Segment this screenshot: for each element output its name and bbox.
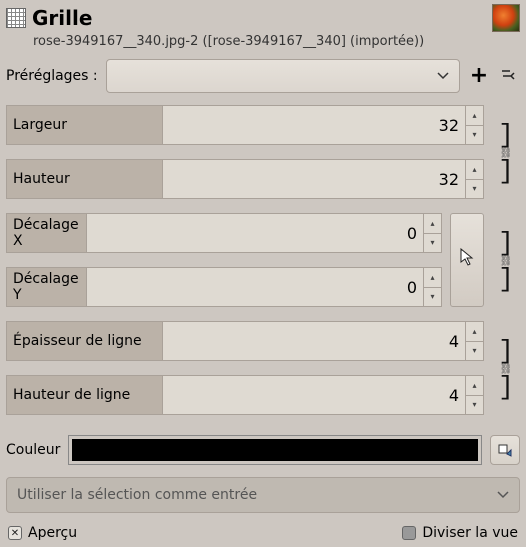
preview-label: Aperçu bbox=[28, 525, 77, 541]
bracket-icon: ] bbox=[498, 128, 514, 144]
add-preset-button[interactable]: + bbox=[468, 65, 490, 87]
offset-x-label: Décalage X bbox=[7, 214, 87, 252]
bracket-icon: ] bbox=[498, 380, 514, 396]
line-link-toggle[interactable]: ] ⛓ ] bbox=[498, 323, 514, 417]
width-spinner[interactable]: ▴▾ bbox=[465, 106, 483, 144]
split-view-label: Diviser la vue bbox=[422, 525, 518, 541]
dialog-title: Grille bbox=[32, 6, 92, 30]
height-label: Hauteur bbox=[7, 160, 163, 198]
input-source-combobox[interactable]: Utiliser la sélection comme entrée bbox=[6, 477, 520, 513]
offset-x-spinner[interactable]: ▴▾ bbox=[423, 214, 441, 252]
image-subtitle: rose-3949167__340.jpg-2 ([rose-3949167__… bbox=[33, 34, 520, 49]
width-label: Largeur bbox=[7, 106, 163, 144]
chevron-down-icon bbox=[437, 72, 449, 80]
line-width-label: Épaisseur de ligne bbox=[7, 322, 163, 360]
color-reset-button[interactable] bbox=[490, 435, 520, 465]
presets-label: Préréglages : bbox=[6, 68, 98, 84]
presets-combobox[interactable] bbox=[106, 59, 460, 93]
line-width-spinner[interactable]: ▴▾ bbox=[465, 322, 483, 360]
line-height-value[interactable]: 4 bbox=[163, 376, 465, 414]
offset-x-field[interactable]: Décalage X 0 ▴▾ bbox=[6, 213, 442, 253]
chevron-down-icon bbox=[497, 491, 509, 499]
offset-y-spinner[interactable]: ▴▾ bbox=[423, 268, 441, 306]
color-picker[interactable] bbox=[68, 435, 482, 465]
bracket-icon: ] bbox=[498, 272, 514, 288]
offset-x-value[interactable]: 0 bbox=[87, 214, 423, 252]
input-source-label: Utiliser la sélection comme entrée bbox=[17, 487, 257, 503]
offset-y-value[interactable]: 0 bbox=[87, 268, 423, 306]
checkbox-icon bbox=[402, 526, 416, 540]
preview-checkbox[interactable]: Aperçu bbox=[8, 525, 77, 541]
offset-link-toggle[interactable]: ] ⛓ ] bbox=[498, 215, 514, 309]
line-height-field[interactable]: Hauteur de ligne 4 ▴▾ bbox=[6, 375, 484, 415]
filter-icon bbox=[6, 8, 26, 28]
color-label: Couleur bbox=[6, 442, 60, 458]
width-value[interactable]: 32 bbox=[163, 106, 465, 144]
split-view-checkbox[interactable]: Diviser la vue bbox=[402, 525, 518, 541]
height-field[interactable]: Hauteur 32 ▴▾ bbox=[6, 159, 484, 199]
line-height-spinner[interactable]: ▴▾ bbox=[465, 376, 483, 414]
checkbox-icon bbox=[8, 526, 22, 540]
image-thumbnail bbox=[492, 4, 520, 32]
bracket-icon: ] bbox=[498, 164, 514, 180]
bracket-icon: ] bbox=[498, 236, 514, 252]
height-spinner[interactable]: ▴▾ bbox=[465, 160, 483, 198]
preset-menu-button[interactable] bbox=[498, 65, 520, 87]
offset-reset-button[interactable] bbox=[450, 213, 484, 307]
line-width-value[interactable]: 4 bbox=[163, 322, 465, 360]
bracket-icon: ] bbox=[498, 344, 514, 360]
cursor-icon bbox=[459, 248, 475, 273]
height-value[interactable]: 32 bbox=[163, 160, 465, 198]
offset-y-field[interactable]: Décalage Y 0 ▴▾ bbox=[6, 267, 442, 307]
line-width-field[interactable]: Épaisseur de ligne 4 ▴▾ bbox=[6, 321, 484, 361]
line-height-label: Hauteur de ligne bbox=[7, 376, 163, 414]
size-link-toggle[interactable]: ] ⛓ ] bbox=[498, 107, 514, 201]
offset-y-label: Décalage Y bbox=[7, 268, 87, 306]
reset-icon bbox=[497, 442, 513, 458]
width-field[interactable]: Largeur 32 ▴▾ bbox=[6, 105, 484, 145]
